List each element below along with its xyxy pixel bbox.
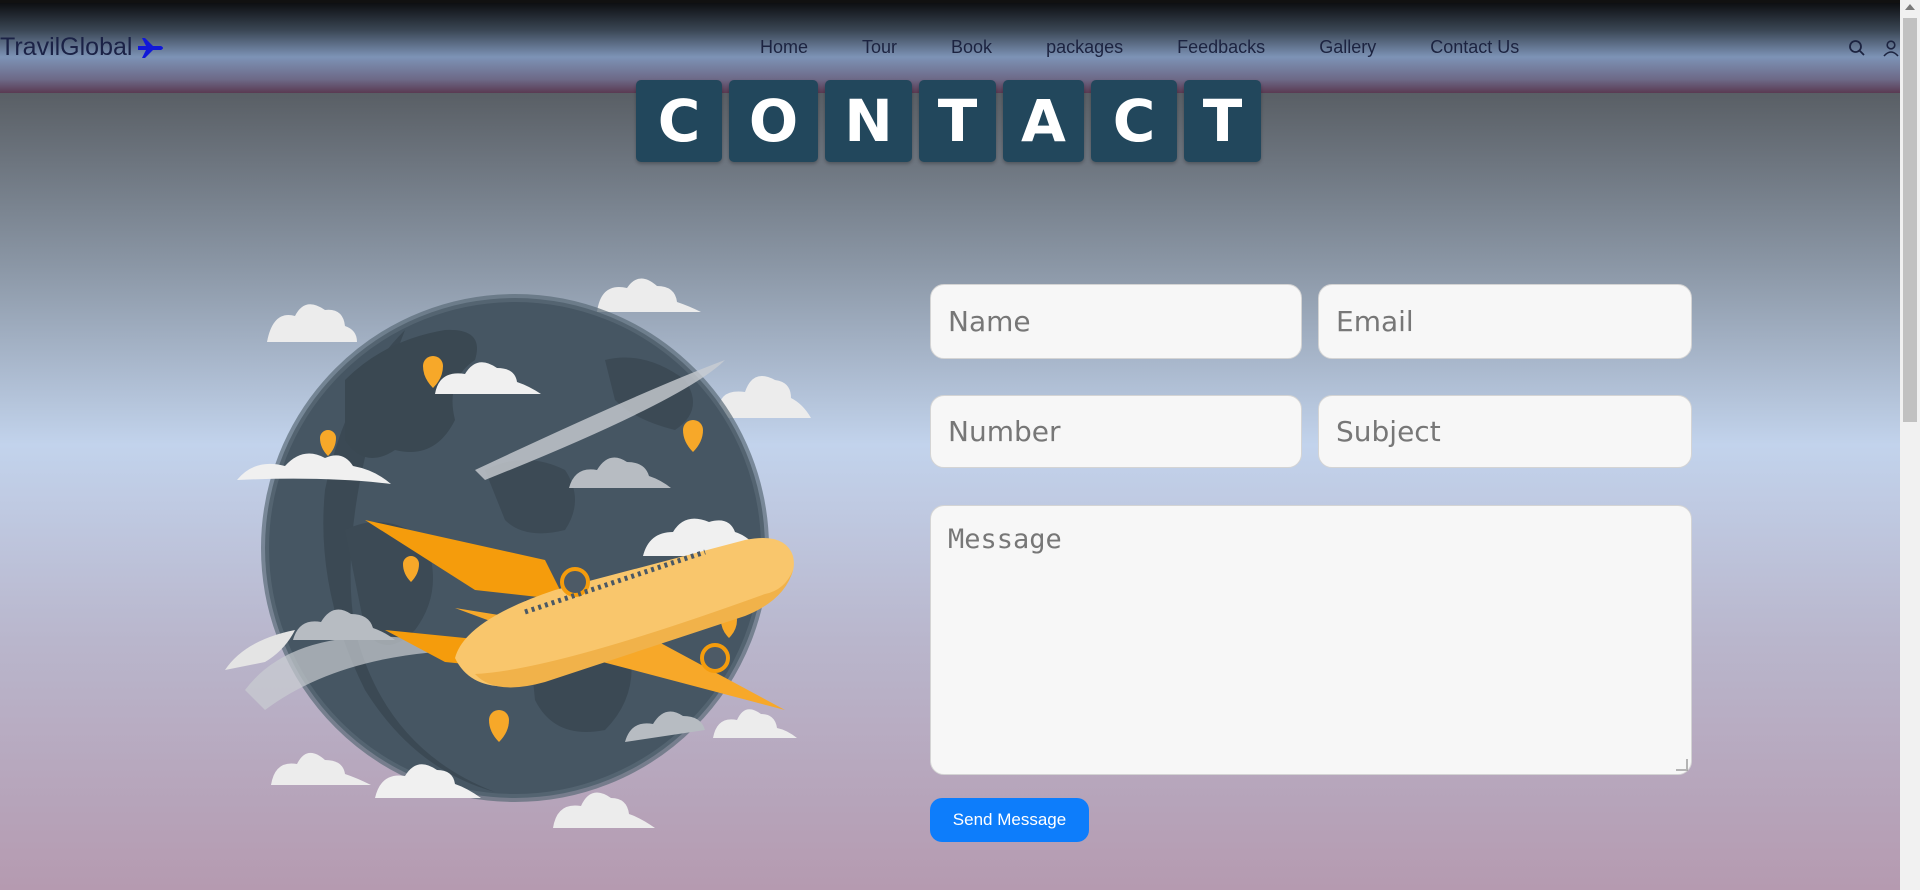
title-letter-tile: T (919, 80, 996, 162)
message-textarea[interactable]: Message (930, 505, 1692, 775)
globe-airplane-illustration (225, 278, 811, 828)
send-message-button[interactable]: Send Message (930, 798, 1089, 842)
resize-handle-icon[interactable] (1676, 759, 1688, 771)
nav-packages[interactable]: packages (1046, 37, 1123, 58)
brand-name: TravilGlobal (0, 33, 133, 61)
nav-feedbacks[interactable]: Feedbacks (1177, 37, 1265, 58)
nav-tour[interactable]: Tour (862, 37, 897, 58)
email-field[interactable]: Email (1318, 284, 1692, 359)
search-icon[interactable] (1848, 39, 1866, 57)
message-placeholder: Message (948, 524, 1062, 555)
title-letter-tile: C (636, 80, 722, 162)
nav-gallery[interactable]: Gallery (1319, 37, 1376, 58)
contact-title: C O N T A C T (636, 80, 1261, 162)
nav-home[interactable]: Home (760, 37, 808, 58)
scroll-up-arrow-icon[interactable] (1905, 4, 1915, 10)
subject-field[interactable]: Subject (1318, 395, 1692, 468)
title-letter-tile: A (1003, 80, 1084, 162)
title-letter-tile: N (825, 80, 912, 162)
nav-contact-us[interactable]: Contact Us (1430, 37, 1519, 58)
title-letter-tile: O (729, 80, 818, 162)
title-letter-tile: C (1091, 80, 1177, 162)
number-field[interactable]: Number (930, 395, 1302, 468)
brand-logo[interactable]: TravilGlobal (0, 33, 166, 62)
page-scrollbar[interactable] (1900, 0, 1920, 890)
name-field[interactable]: Name (930, 284, 1302, 359)
main-nav: Home Tour Book packages Feedbacks Galler… (760, 37, 1573, 58)
scrollbar-thumb[interactable] (1903, 18, 1917, 422)
airplane-icon (138, 37, 164, 58)
user-icon[interactable] (1882, 39, 1900, 57)
title-letter-tile: T (1184, 80, 1261, 162)
nav-book[interactable]: Book (951, 37, 992, 58)
header-icons (1848, 39, 1900, 57)
